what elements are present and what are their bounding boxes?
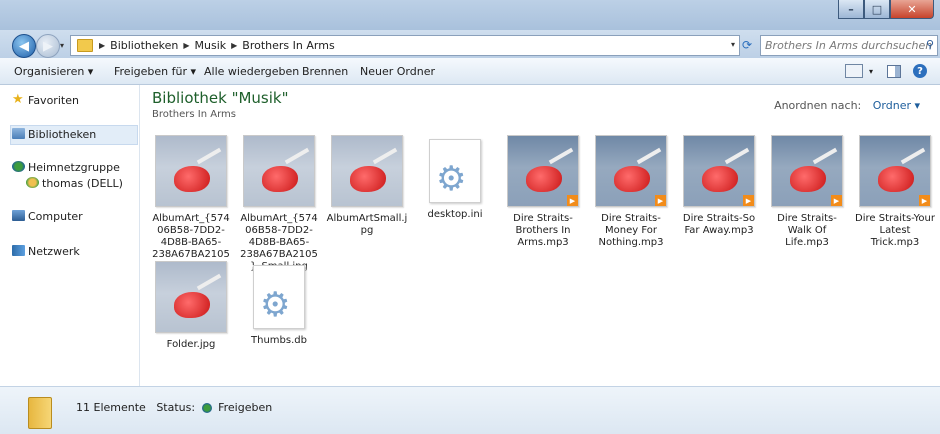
gear-icon: ⚙: [260, 285, 291, 325]
back-button[interactable]: ◀: [12, 34, 36, 58]
search-placeholder: Brothers In Arms durchsuchen: [765, 39, 933, 52]
file-name: Dire Straits-Walk Of Life.mp3: [777, 213, 837, 248]
file-name: desktop.ini: [427, 209, 483, 220]
file-item[interactable]: AlbumArt_{57406B58-7DD2-4D8B-BA65-238A67…: [238, 135, 320, 273]
window-controls: – □ ✕: [838, 0, 934, 19]
help-icon[interactable]: ?: [913, 64, 928, 78]
view-dropdown-icon[interactable]: ▾: [869, 67, 873, 76]
file-list-pane: Bibliothek "Musik" Brothers In Arms Anor…: [140, 85, 940, 386]
nav-libraries[interactable]: Bibliotheken: [28, 128, 96, 141]
address-dropdown-icon[interactable]: ▾: [731, 40, 735, 49]
folder-icon: [77, 39, 93, 52]
status-details: 11 Elemente Status: Freigeben: [76, 401, 272, 414]
file-name: Dire Straits-Your Latest Trick.mp3: [855, 213, 935, 248]
library-subtitle: Brothers In Arms: [152, 109, 236, 120]
homegroup-icon: [12, 161, 25, 172]
navigation-pane: ★ Favoriten Bibliotheken Heimnetzgruppe …: [0, 85, 140, 386]
audio-thumbnail: ▶: [859, 135, 931, 207]
nav-network[interactable]: Netzwerk: [28, 245, 80, 258]
view-icon[interactable]: [845, 64, 863, 78]
computer-icon: [12, 210, 25, 221]
file-name: Dire Straits-Money For Nothing.mp3: [598, 213, 664, 248]
network-icon: [12, 245, 25, 256]
chevron-right-icon[interactable]: ▶: [183, 41, 189, 50]
command-bar: Organisieren ▾ Freigeben für ▾ Alle wied…: [0, 58, 940, 85]
play-icon: ▶: [831, 195, 842, 206]
file-item[interactable]: ▶ Dire Straits-Money For Nothing.mp3: [590, 135, 672, 249]
star-icon: ★: [12, 92, 24, 107]
refresh-icon[interactable]: ⟳: [742, 35, 756, 54]
arrange-by: Anordnen nach: Ordner ▾: [774, 99, 920, 112]
play-icon: ▶: [919, 195, 930, 206]
image-thumbnail: [331, 135, 403, 207]
nav-favorites[interactable]: Favoriten: [28, 94, 79, 107]
arrange-label: Anordnen nach:: [774, 99, 862, 112]
file-item[interactable]: AlbumArtSmall.jpg: [326, 135, 408, 237]
nav-computer[interactable]: Computer: [28, 210, 83, 223]
audio-thumbnail: ▶: [683, 135, 755, 207]
file-item[interactable]: Folder.jpg: [150, 261, 232, 351]
settings-file-icon: ⚙: [429, 139, 481, 203]
breadcrumb-album[interactable]: Brothers In Arms: [242, 39, 334, 52]
close-button[interactable]: ✕: [890, 0, 934, 19]
database-file-icon: ⚙: [253, 265, 305, 329]
play-icon: ▶: [567, 195, 578, 206]
item-count: 11 Elemente: [76, 401, 146, 414]
play-icon: ▶: [743, 195, 754, 206]
breadcrumb-music[interactable]: Musik: [195, 39, 227, 52]
status-value: Freigeben: [218, 401, 273, 414]
file-item[interactable]: ▶ Dire Straits-Walk Of Life.mp3: [766, 135, 848, 249]
status-label: Status:: [156, 401, 196, 414]
nav-homegroup[interactable]: Heimnetzgruppe: [28, 161, 120, 174]
gear-icon: ⚙: [436, 159, 467, 199]
forward-button[interactable]: ▶: [36, 34, 60, 58]
file-name: Thumbs.db: [251, 335, 307, 346]
breadcrumb-libraries[interactable]: Bibliotheken: [110, 39, 178, 52]
file-name: AlbumArtSmall.jpg: [326, 213, 408, 236]
audio-thumbnail: ▶: [771, 135, 843, 207]
search-input[interactable]: Brothers In Arms durchsuchen ⚲: [760, 35, 938, 56]
file-item[interactable]: ⚙ Thumbs.db: [238, 261, 320, 347]
image-thumbnail: [243, 135, 315, 207]
file-item[interactable]: AlbumArt_{57406B58-7DD2-4D8B-BA65-238A67…: [150, 135, 232, 273]
file-item[interactable]: ▶ Dire Straits-Brothers In Arms.mp3: [502, 135, 584, 249]
file-item[interactable]: ⚙ desktop.ini: [414, 135, 496, 221]
image-thumbnail: [155, 135, 227, 207]
history-dropdown-icon[interactable]: ▾: [60, 41, 64, 50]
minimize-button[interactable]: –: [838, 0, 864, 19]
file-name: Folder.jpg: [166, 339, 216, 350]
file-item[interactable]: ▶ Dire Straits-Your Latest Trick.mp3: [854, 135, 936, 249]
status-bar: 11 Elemente Status: Freigeben: [0, 386, 940, 434]
arrange-dropdown[interactable]: Ordner ▾: [873, 99, 920, 112]
address-bar[interactable]: ▶ Bibliotheken ▶ Musik ▶ Brothers In Arm…: [70, 35, 740, 56]
library-title: Bibliothek "Musik": [152, 89, 289, 107]
file-name: Dire Straits-Brothers In Arms.mp3: [513, 213, 573, 248]
user-icon: [26, 177, 39, 188]
nav-homegroup-user[interactable]: thomas (DELL): [42, 177, 123, 190]
audio-thumbnail: ▶: [595, 135, 667, 207]
image-thumbnail: [155, 261, 227, 333]
file-item[interactable]: ▶ Dire Straits-So Far Away.mp3: [678, 135, 760, 237]
file-name: Dire Straits-So Far Away.mp3: [682, 213, 756, 236]
libraries-icon: [12, 128, 25, 139]
audio-thumbnail: ▶: [507, 135, 579, 207]
shared-icon: [201, 403, 212, 413]
title-bar: – □ ✕: [0, 0, 940, 30]
maximize-button[interactable]: □: [864, 0, 890, 19]
preview-pane-icon[interactable]: [887, 64, 902, 78]
chevron-right-icon[interactable]: ▶: [231, 41, 237, 50]
play-icon: ▶: [655, 195, 666, 206]
search-icon[interactable]: ⚲: [926, 38, 934, 51]
folder-icon: [28, 397, 52, 429]
chevron-right-icon[interactable]: ▶: [99, 41, 105, 50]
address-row: ◀ ▶ ▾ ▶ Bibliotheken ▶ Musik ▶ Brothers …: [0, 30, 940, 58]
